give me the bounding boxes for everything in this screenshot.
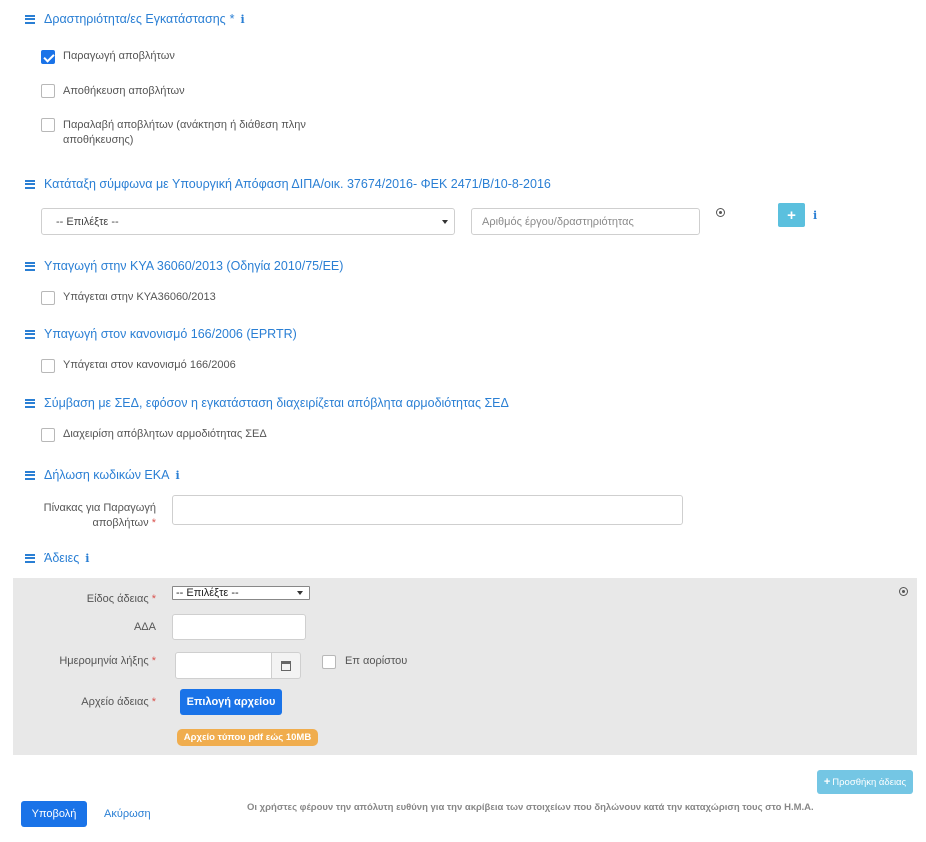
permit-type-value: -- Επιλέξτε -- — [176, 587, 239, 599]
info-icon[interactable]: i — [813, 210, 819, 221]
kya-section-title: Υπαγωγή στην ΚΥΑ 36060/2013 (Οδηγία 2010… — [25, 259, 343, 273]
classification-select-value: -- Επιλέξτε -- — [56, 215, 119, 228]
activity-storage-checkbox[interactable] — [41, 84, 55, 98]
menu-icon — [25, 553, 35, 563]
kya-checkbox-label: Υπάγεται στην ΚΥΑ36060/2013 — [63, 291, 216, 303]
plus-icon: + — [823, 776, 831, 788]
chevron-down-icon — [442, 219, 448, 224]
add-classification-button[interactable]: + — [778, 203, 805, 227]
sed-title: Σύμβαση με ΣΕΔ, εφόσον η εγκατάσταση δια… — [44, 396, 509, 410]
chevron-down-icon — [297, 591, 303, 595]
info-icon[interactable]: i — [85, 553, 91, 564]
add-permit-button[interactable]: + Προσθήκη άδειας — [817, 770, 913, 794]
eka-section-title: Δήλωση κωδικών ΕΚΑ i — [25, 468, 181, 482]
kya-checkbox[interactable] — [41, 291, 55, 305]
remove-circle-icon[interactable] — [716, 208, 725, 217]
permit-file-label: Αρχείο άδειας * — [81, 696, 156, 708]
remove-circle-icon[interactable] — [899, 587, 908, 596]
permit-type-label: Είδος άδειας * — [86, 593, 156, 605]
kya-title: Υπαγωγή στην ΚΥΑ 36060/2013 (Οδηγία 2010… — [44, 259, 344, 273]
menu-icon — [25, 14, 35, 24]
permits-section-title: Άδειες i — [25, 551, 91, 565]
calendar-button[interactable] — [272, 652, 301, 679]
activity-production-label: Παραγωγή αποβλήτων — [63, 50, 175, 62]
activity-reception-label: Παραλαβή αποβλήτων (ανάκτηση ή διάθεση π… — [63, 119, 306, 146]
menu-icon — [25, 398, 35, 408]
activities-section-title: Δραστηριότητα/ες Εγκατάστασης * i — [25, 12, 247, 26]
permit-type-select[interactable]: -- Επιλέξτε -- — [172, 586, 310, 600]
activity-reception-checkbox[interactable] — [41, 118, 55, 132]
info-icon[interactable]: i — [241, 14, 247, 25]
menu-icon — [25, 470, 35, 480]
menu-icon — [25, 261, 35, 271]
cancel-link[interactable]: Ακύρωση — [104, 808, 151, 820]
classification-title: Κατάταξη σύμφωνα με Υπουργική Απόφαση ΔΙ… — [44, 177, 551, 191]
classification-section-title: Κατάταξη σύμφωνα με Υπουργική Απόφαση ΔΙ… — [25, 177, 551, 191]
eka-title: Δήλωση κωδικών ΕΚΑ — [44, 468, 170, 482]
permits-title: Άδειες — [44, 551, 80, 565]
indefinite-checkbox[interactable] — [322, 655, 336, 669]
info-icon[interactable]: i — [175, 470, 181, 481]
activities-required-mark: * — [229, 12, 235, 26]
activity-storage-label: Αποθήκευση αποβλήτων — [63, 85, 185, 97]
eka-table-input[interactable] — [172, 495, 683, 525]
sed-checkbox-label: Διαχειρίση απόβλητων αρμοδιότητας ΣΕΔ — [63, 428, 267, 440]
ada-label: ΑΔΑ — [133, 621, 156, 633]
file-type-hint-badge: Αρχείο τύπου pdf εώς 10MB — [177, 729, 318, 746]
ada-input[interactable] — [172, 614, 306, 640]
submit-button[interactable]: Υποβολή — [21, 801, 87, 827]
eka-table-label: Πίνακας για Παραγωγή αποβλήτων * — [43, 502, 156, 529]
project-number-input[interactable] — [471, 208, 700, 235]
activity-production-checkbox[interactable] — [41, 50, 55, 64]
eprtr-checkbox-label: Υπάγεται στον κανονισμό 166/2006 — [63, 359, 236, 371]
choose-file-button[interactable]: Επιλογή αρχείου — [180, 689, 282, 715]
classification-select[interactable]: -- Επιλέξτε -- — [41, 208, 455, 235]
eprtr-section-title: Υπαγωγή στον κανονισμό 166/2006 (EPRTR) — [25, 327, 297, 341]
expiry-date-input[interactable] — [175, 652, 272, 679]
eprtr-title: Υπαγωγή στον κανονισμό 166/2006 (EPRTR) — [44, 327, 297, 341]
indefinite-label: Επ αορίστου — [345, 655, 408, 667]
sed-section-title: Σύμβαση με ΣΕΔ, εφόσον η εγκατάσταση δια… — [25, 396, 509, 410]
add-permit-label: Προσθήκη άδειας — [832, 776, 907, 788]
disclaimer-text: Οι χρήστες φέρουν την απόλυτη ευθύνη για… — [247, 802, 814, 813]
menu-icon — [25, 329, 35, 339]
sed-checkbox[interactable] — [41, 428, 55, 442]
expiry-date-label: Ημερομηνία λήξης * — [59, 655, 156, 667]
menu-icon — [25, 179, 35, 189]
activities-title: Δραστηριότητα/ες Εγκατάστασης — [44, 12, 226, 26]
eprtr-checkbox[interactable] — [41, 359, 55, 373]
calendar-icon — [281, 660, 291, 671]
